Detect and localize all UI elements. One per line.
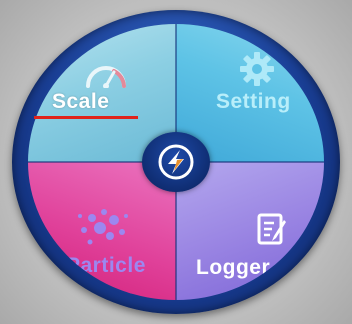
center-logo-button[interactable] <box>142 132 210 192</box>
menu-item-label: Setting <box>216 90 291 113</box>
selected-item-underline <box>34 116 138 119</box>
radial-menu: Scale Setting Particle Logger <box>28 24 324 300</box>
menu-item-label: Particle <box>66 254 146 277</box>
notepad-icon <box>257 213 286 245</box>
gear-icon <box>240 52 274 86</box>
lightning-logo-icon <box>158 144 194 180</box>
menu-item-label: Scale <box>52 90 110 113</box>
gauge-icon <box>86 66 126 88</box>
menu-item-label: Logger <box>196 256 271 279</box>
particle-dots-icon <box>78 209 128 245</box>
